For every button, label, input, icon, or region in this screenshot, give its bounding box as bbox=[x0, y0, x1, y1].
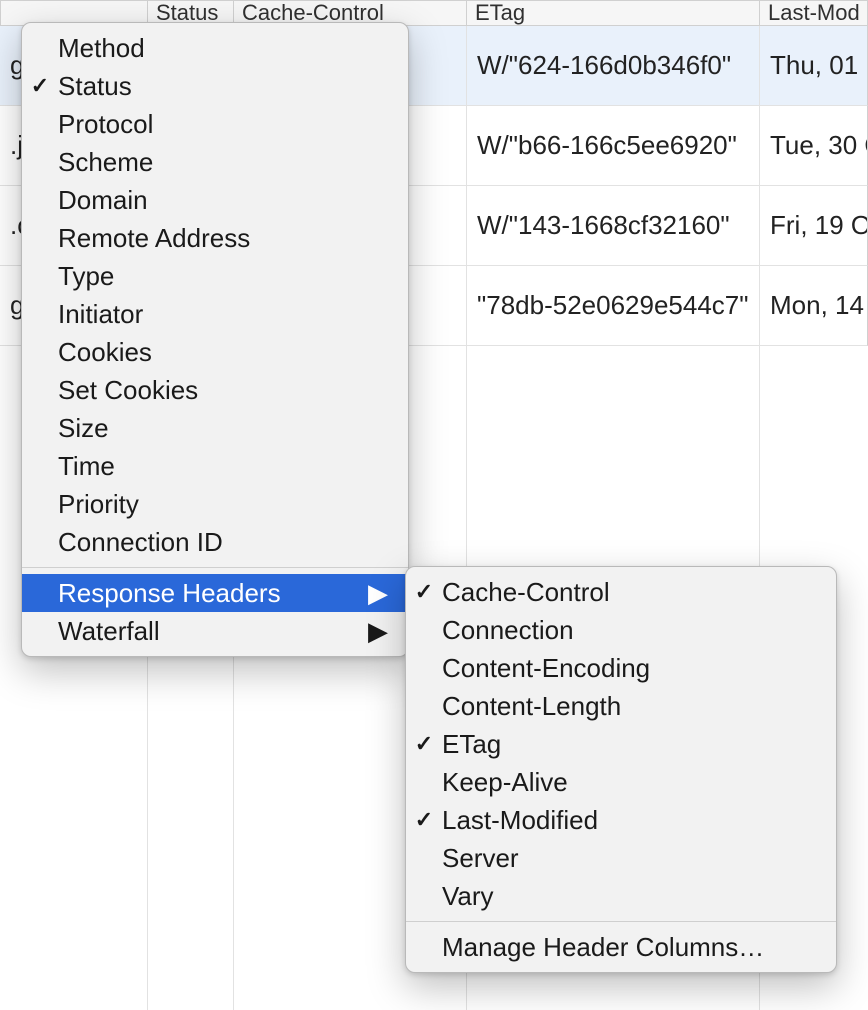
check-icon: ✓ bbox=[406, 573, 442, 611]
menu-item-label: Waterfall bbox=[58, 616, 362, 647]
menu-item-waterfall[interactable]: Waterfall▶ bbox=[22, 612, 408, 650]
submenu-arrow-icon: ▶ bbox=[362, 578, 388, 609]
menu-item-label: Priority bbox=[58, 489, 362, 520]
menu-item-label: Type bbox=[58, 261, 362, 292]
menu-item-method[interactable]: Method bbox=[22, 29, 408, 67]
menu-item-label: Set Cookies bbox=[58, 375, 362, 406]
submenu-item-etag[interactable]: ✓ETag bbox=[406, 725, 836, 763]
menu-item-size[interactable]: Size bbox=[22, 409, 408, 447]
menu-item-protocol[interactable]: Protocol bbox=[22, 105, 408, 143]
submenu-item-label: Content-Encoding bbox=[442, 653, 816, 684]
menu-item-label: Size bbox=[58, 413, 362, 444]
submenu-item-content-length[interactable]: Content-Length bbox=[406, 687, 836, 725]
menu-item-label: Protocol bbox=[58, 109, 362, 140]
submenu-item-label: Server bbox=[442, 843, 816, 874]
menu-item-label: Scheme bbox=[58, 147, 362, 178]
menu-item-label: Time bbox=[58, 451, 362, 482]
menu-item-label: Method bbox=[58, 33, 362, 64]
check-icon: ✓ bbox=[406, 801, 442, 839]
menu-item-label: Initiator bbox=[58, 299, 362, 330]
submenu-item-label: ETag bbox=[442, 729, 816, 760]
cell-etag: W/"143-1668cf32160" bbox=[466, 186, 759, 266]
menu-item-domain[interactable]: Domain bbox=[22, 181, 408, 219]
menu-item-connection-id[interactable]: Connection ID bbox=[22, 523, 408, 561]
cell-lastmod: Mon, 14 M bbox=[759, 266, 868, 346]
submenu-item-server[interactable]: Server bbox=[406, 839, 836, 877]
submenu-item-last-modified[interactable]: ✓Last-Modified bbox=[406, 801, 836, 839]
submenu-item-label: Content-Length bbox=[442, 691, 816, 722]
menu-item-status[interactable]: ✓Status bbox=[22, 67, 408, 105]
col-header-lastmod[interactable]: Last-Mod bbox=[759, 0, 868, 26]
submenu-item-label: Connection bbox=[442, 615, 816, 646]
submenu-item-label: Keep-Alive bbox=[442, 767, 816, 798]
menu-item-set-cookies[interactable]: Set Cookies bbox=[22, 371, 408, 409]
menu-item-time[interactable]: Time bbox=[22, 447, 408, 485]
menu-item-label: Connection ID bbox=[58, 527, 362, 558]
menu-item-priority[interactable]: Priority bbox=[22, 485, 408, 523]
submenu-item-content-encoding[interactable]: Content-Encoding bbox=[406, 649, 836, 687]
submenu-item-vary[interactable]: Vary bbox=[406, 877, 836, 915]
menu-item-type[interactable]: Type bbox=[22, 257, 408, 295]
menu-item-label: Domain bbox=[58, 185, 362, 216]
cell-etag: W/"624-166d0b346f0" bbox=[466, 26, 759, 106]
cell-etag: W/"b66-166c5ee6920" bbox=[466, 106, 759, 186]
menu-item-label: Cookies bbox=[58, 337, 362, 368]
menu-item-response-headers[interactable]: Response Headers▶ bbox=[22, 574, 408, 612]
cell-etag: "78db-52e0629e544c7" bbox=[466, 266, 759, 346]
submenu-item-label: Last-Modified bbox=[442, 805, 816, 836]
check-icon: ✓ bbox=[406, 725, 442, 763]
col-header-etag[interactable]: ETag bbox=[466, 0, 759, 26]
submenu-arrow-icon: ▶ bbox=[362, 616, 388, 647]
submenu-item-label: Cache-Control bbox=[442, 577, 816, 608]
menu-item-remote-address[interactable]: Remote Address bbox=[22, 219, 408, 257]
submenu-item-label: Manage Header Columns… bbox=[442, 932, 816, 963]
menu-item-label: Response Headers bbox=[58, 578, 362, 609]
menu-item-label: Remote Address bbox=[58, 223, 362, 254]
submenu-item-manage-header-columns-[interactable]: Manage Header Columns… bbox=[406, 928, 836, 966]
menu-separator bbox=[22, 567, 408, 568]
menu-separator bbox=[406, 921, 836, 922]
cell-lastmod: Thu, 01 N bbox=[759, 26, 868, 106]
cell-lastmod: Tue, 30 O bbox=[759, 106, 868, 186]
check-icon: ✓ bbox=[22, 67, 58, 105]
submenu-item-cache-control[interactable]: ✓Cache-Control bbox=[406, 573, 836, 611]
menu-item-scheme[interactable]: Scheme bbox=[22, 143, 408, 181]
menu-item-cookies[interactable]: Cookies bbox=[22, 333, 408, 371]
cell-lastmod: Fri, 19 Oc bbox=[759, 186, 868, 266]
response-headers-submenu[interactable]: ✓Cache-ControlConnectionContent-Encoding… bbox=[405, 566, 837, 973]
column-context-menu[interactable]: Method✓Status Protocol Scheme Domain Remote … bbox=[21, 22, 409, 657]
submenu-item-keep-alive[interactable]: Keep-Alive bbox=[406, 763, 836, 801]
menu-item-label: Status bbox=[58, 71, 362, 102]
submenu-item-connection[interactable]: Connection bbox=[406, 611, 836, 649]
submenu-item-label: Vary bbox=[442, 881, 816, 912]
menu-item-initiator[interactable]: Initiator bbox=[22, 295, 408, 333]
